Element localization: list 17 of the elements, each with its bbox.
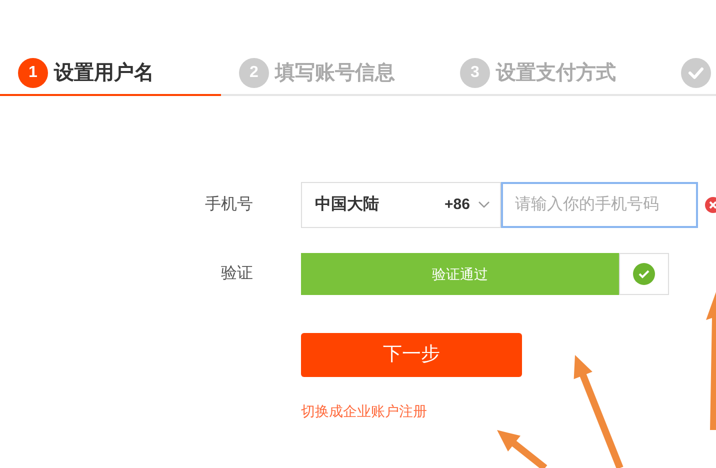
field-label: 手机号 [204,194,254,215]
step-label: 设置支付方式 [496,60,616,86]
caret-icon [478,201,490,209]
phone-input[interactable]: 请输入你的手机号码 [501,182,698,228]
country-select[interactable]: 中国大陆 +86 [301,182,501,228]
check-icon [681,58,711,88]
step-label: 设置用户名 [54,60,154,86]
field-label: 验证 [220,264,254,284]
verify-slider[interactable]: 验证通过 [301,253,619,295]
switch-link[interactable]: 切换成企业账户注册 [301,401,427,422]
annotation-arrow [497,430,548,468]
step-number: 1 [18,58,48,88]
step-tab[interactable]: 1 设置用户名 [0,52,221,96]
next-button[interactable]: 下一步 [301,333,522,377]
step-label: 填写账号信息 [275,61,395,86]
verify-handle[interactable] [619,253,669,295]
check-icon [633,263,655,285]
